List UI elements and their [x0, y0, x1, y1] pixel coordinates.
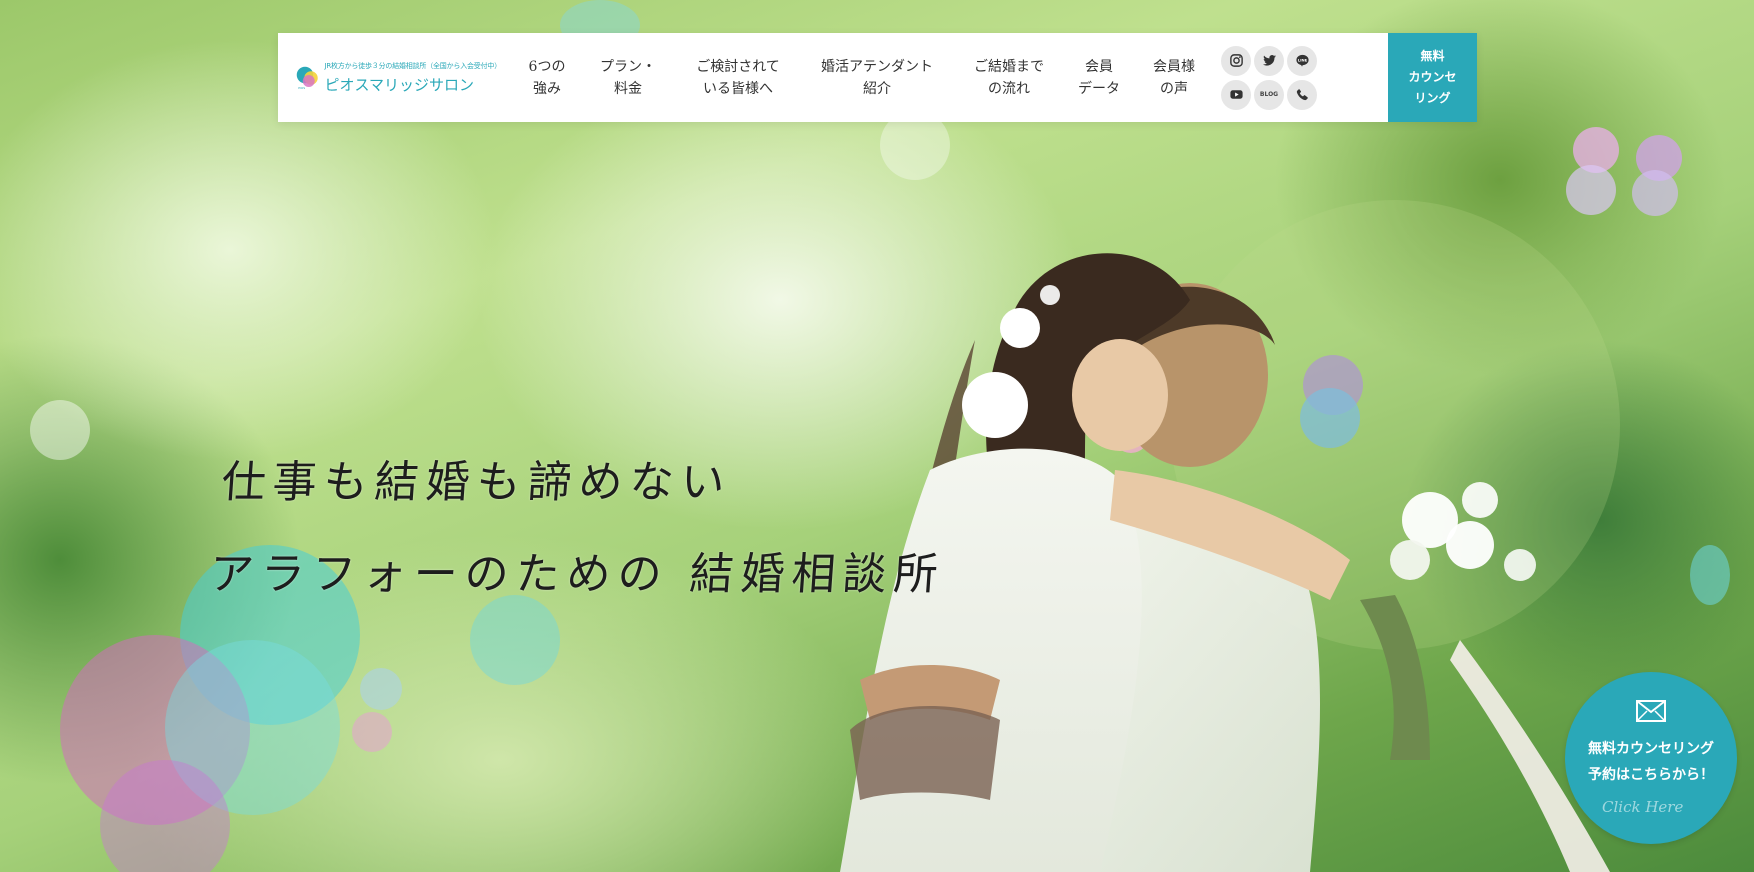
nav-item-label-line2: の声: [1160, 80, 1188, 97]
blog-icon[interactable]: BLOG: [1254, 79, 1284, 110]
cta-label-line2: カウンセ: [1408, 70, 1457, 84]
logo-mark-icon: PIOS: [296, 66, 318, 90]
nav-item-attendants[interactable]: 婚活アテンダント 紹介: [814, 56, 940, 100]
nav-item-label-line1: 会員: [1085, 58, 1113, 75]
nav-item-label-line2: 強み: [533, 80, 561, 97]
reservation-label-line1: 無料カウンセリング: [1588, 741, 1714, 757]
catchphrase-line1: 仕事も結婚も諦めない: [219, 457, 734, 508]
nav-item-member-data[interactable]: 会員 データ: [1075, 56, 1123, 100]
social-links: LINE BLOG: [1221, 45, 1317, 110]
line-icon[interactable]: LINE: [1287, 45, 1317, 76]
nav-item-considering[interactable]: ご検討されて いる皆様へ: [690, 56, 786, 100]
reservation-label-line2: 予約はこちらから！: [1588, 767, 1714, 783]
hero-image: [0, 0, 1754, 872]
mail-icon: [1636, 700, 1666, 722]
nav-item-strengths[interactable]: 6つの 強み: [520, 56, 574, 100]
line-label: LINE: [1297, 58, 1307, 62]
twitter-icon[interactable]: [1254, 45, 1284, 76]
hero-catchphrase: 仕事も結婚も諦めない アラフォーのための 結婚相談所: [207, 448, 947, 602]
free-counseling-button[interactable]: 無料 カウンセ リング: [1388, 33, 1477, 122]
cta-label-line1: 無料: [1420, 49, 1445, 63]
logo-tagline: JR枚方から徒歩３分の結婚相談所（全国から入会受付中）: [324, 61, 501, 70]
nav-item-label-line1: プラン・: [600, 58, 656, 75]
main-nav: 6つの 強み プラン・ 料金 ご検討されて いる皆様へ 婚活アテンダント 紹介 …: [520, 33, 1199, 122]
svg-text:PIOS: PIOS: [298, 86, 305, 90]
instagram-icon[interactable]: [1221, 45, 1251, 76]
counseling-reservation-button[interactable]: 無料カウンセリング 予約はこちらから！ Click Here: [1565, 672, 1737, 844]
nav-item-label-line2: 紹介: [863, 80, 891, 97]
nav-item-label-line2: いる皆様へ: [703, 80, 773, 97]
nav-item-label-line1: 婚活アテンダント: [821, 58, 933, 75]
nav-item-label-line1: 6つの: [528, 58, 566, 75]
phone-icon[interactable]: [1287, 79, 1317, 110]
nav-item-voices[interactable]: 会員様 の声: [1149, 56, 1199, 100]
youtube-icon[interactable]: [1221, 79, 1251, 110]
couple-photo: [840, 253, 1610, 872]
site-logo[interactable]: PIOS JR枚方から徒歩３分の結婚相談所（全国から入会受付中） ピオスマリッジ…: [296, 61, 501, 95]
nav-item-label-line2: 料金: [614, 80, 642, 97]
nav-item-label-line2: データ: [1078, 80, 1120, 97]
catchphrase-line2: アラフォーのための 結婚相談所: [207, 549, 947, 600]
nav-item-plans[interactable]: プラン・ 料金: [599, 56, 657, 100]
nav-item-label-line1: ご結婚まで: [974, 58, 1044, 75]
site-header: PIOS JR枚方から徒歩３分の結婚相談所（全国から入会受付中） ピオスマリッジ…: [278, 33, 1477, 122]
logo-name: ピオスマリッジサロン: [324, 75, 475, 94]
nav-item-label-line1: ご検討されて: [696, 58, 780, 75]
blog-label: BLOG: [1259, 91, 1279, 98]
nav-item-label-line2: の流れ: [988, 80, 1030, 97]
nav-item-flow[interactable]: ご結婚まで の流れ: [969, 56, 1049, 100]
nav-item-label-line1: 会員様: [1153, 58, 1195, 75]
click-here-signature: Click Here: [1602, 798, 1684, 816]
cta-label-line3: リング: [1414, 91, 1451, 105]
